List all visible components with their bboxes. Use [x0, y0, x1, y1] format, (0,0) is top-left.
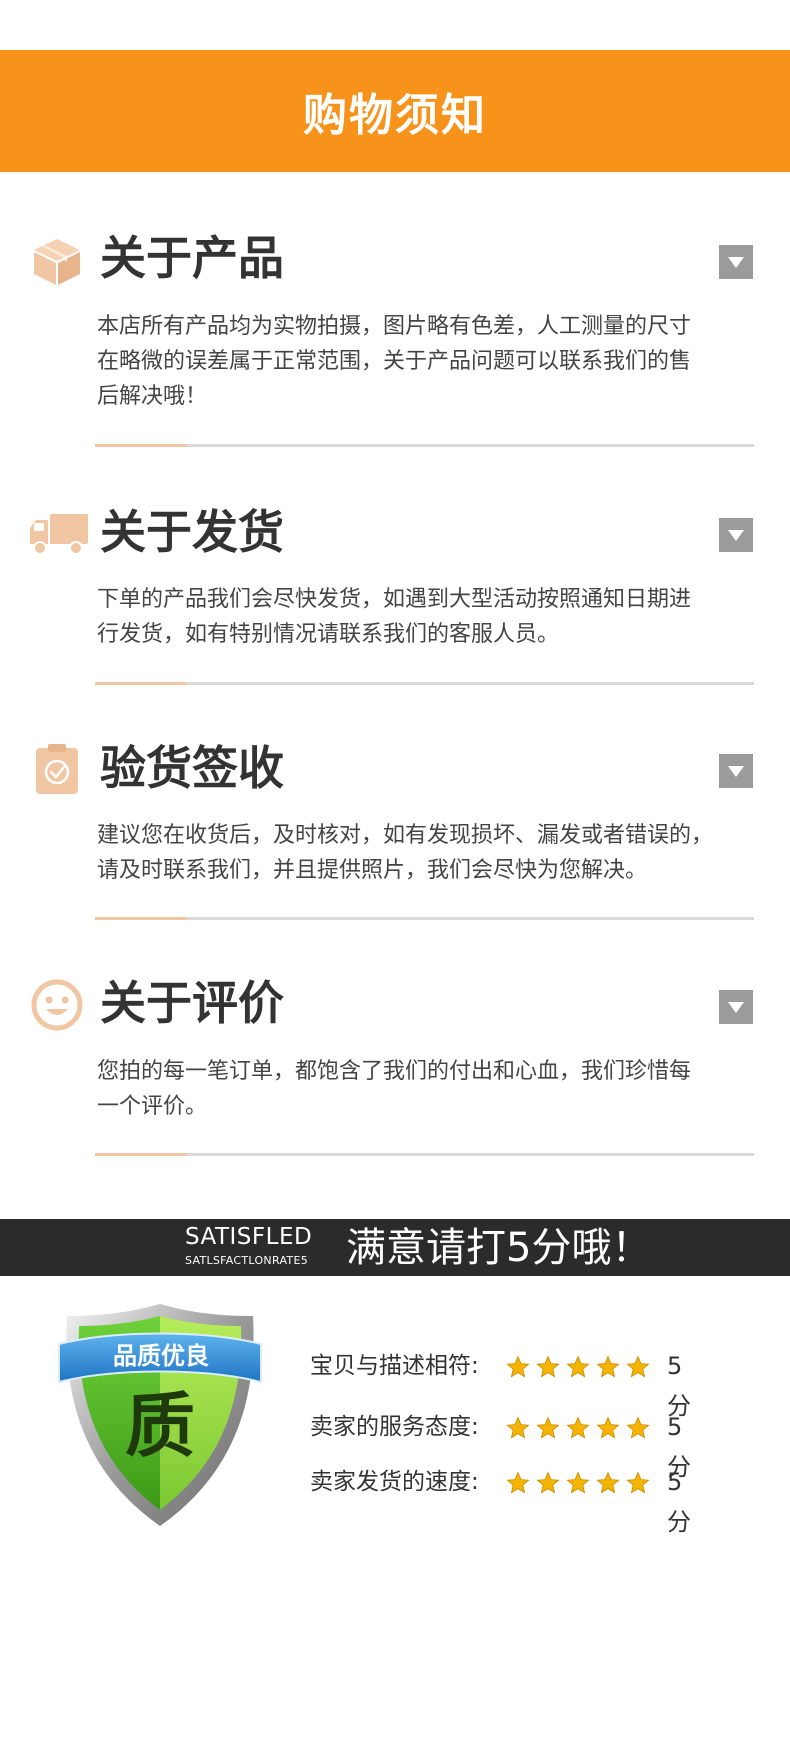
section-title: 验货签收 [100, 741, 284, 795]
star-rating [506, 1416, 650, 1440]
quality-character: 质 [125, 1385, 195, 1467]
satisfaction-subtitle-en: SATLSFACTLONRATE5 [185, 1254, 308, 1267]
shopping-notice-header: 购物须知 [0, 50, 790, 172]
star-icon [596, 1471, 620, 1494]
section-divider [95, 917, 754, 920]
star-icon [536, 1355, 560, 1378]
star-icon [596, 1355, 620, 1378]
smiley-face-icon [31, 979, 83, 1031]
divider-accent [95, 682, 187, 685]
section-title: 关于评价 [100, 976, 284, 1030]
section-divider [95, 1153, 754, 1156]
section-body: 您拍的每一笔订单，都饱含了我们的付出和心血，我们珍惜每 一个评价。 [97, 1059, 692, 1119]
star-rating [506, 1355, 650, 1379]
rating-label: 卖家发货的速度: [310, 1469, 479, 1495]
delivery-truck-icon [30, 514, 88, 555]
page-title: 购物须知 [303, 90, 487, 141]
rating-label: 宝贝与描述相符: [310, 1353, 479, 1379]
satisfaction-title-en: SATISFLED [185, 1224, 313, 1250]
expand-toggle-button[interactable] [719, 990, 753, 1024]
section-divider [95, 682, 754, 685]
star-icon [566, 1416, 590, 1439]
star-icon [566, 1471, 590, 1494]
section-body: 建议您在收货后，及时核对，如有发现损坏、漏发或者错误的， 请及时联系我们，并且提… [97, 823, 714, 883]
divider-accent [95, 1153, 187, 1156]
expand-toggle-button[interactable] [719, 754, 753, 788]
star-icon [626, 1471, 650, 1494]
star-icon [506, 1416, 530, 1439]
star-icon [536, 1416, 560, 1439]
star-icon [506, 1355, 530, 1378]
star-icon [596, 1416, 620, 1439]
clipboard-check-icon [36, 744, 78, 794]
quality-banner-text: 品质优良 [113, 1342, 209, 1370]
satisfaction-banner: SATISFLED SATLSFACTLONRATE5 满意请打5分哦！ [0, 1219, 790, 1276]
section-body: 下单的产品我们会尽快发货，如遇到大型活动按照通知日期进 行发货，如有特别情况请联… [97, 587, 692, 647]
star-icon [536, 1471, 560, 1494]
divider-accent [95, 444, 187, 447]
star-icon [506, 1471, 530, 1494]
star-rating [506, 1471, 650, 1495]
divider-accent [95, 917, 187, 920]
star-icon [566, 1355, 590, 1378]
rating-score: 5分 [667, 1468, 691, 1536]
section-divider [95, 444, 754, 447]
box-icon [34, 239, 80, 285]
star-icon [626, 1416, 650, 1439]
expand-toggle-button[interactable] [719, 518, 753, 552]
expand-toggle-button[interactable] [719, 245, 753, 279]
star-icon [626, 1355, 650, 1378]
rating-label: 卖家的服务态度: [310, 1414, 479, 1440]
section-body: 本店所有产品均为实物拍摄，图片略有色差，人工测量的尺寸 在略微的误差属于正常范围… [97, 314, 692, 409]
section-title: 关于产品 [100, 231, 284, 285]
section-title: 关于发货 [100, 505, 284, 559]
satisfaction-title-cn: 满意请打5分哦！ [346, 1225, 652, 1271]
